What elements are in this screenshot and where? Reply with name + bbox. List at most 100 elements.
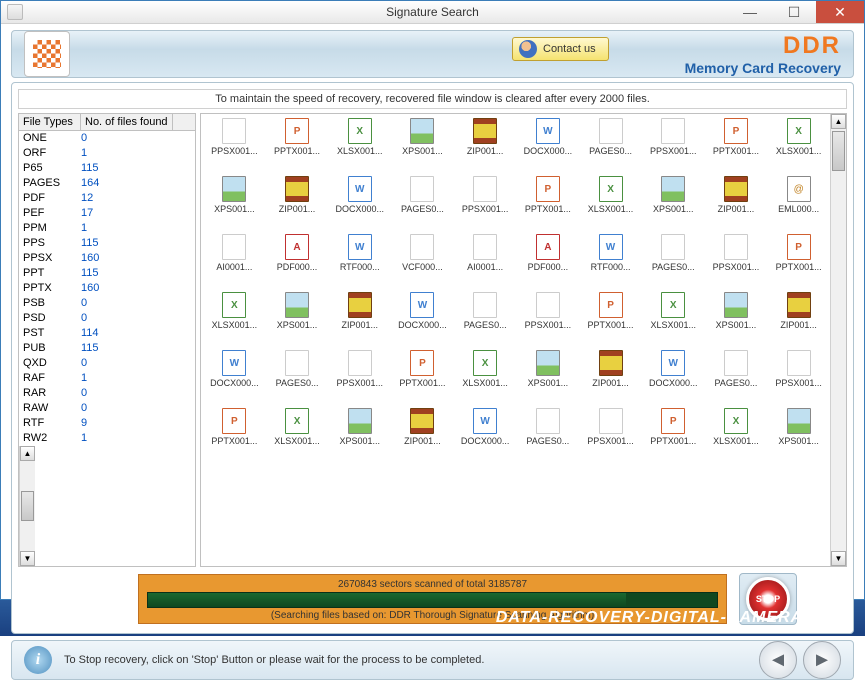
file-item[interactable]: WDOCX000... bbox=[517, 118, 580, 176]
file-item[interactable]: XXLSX001... bbox=[642, 292, 705, 350]
files-scrollbar[interactable]: ▲ ▼ bbox=[830, 114, 846, 566]
close-button[interactable] bbox=[816, 1, 864, 23]
file-item[interactable]: PPPTX001... bbox=[203, 408, 266, 466]
file-item[interactable]: PPSX001... bbox=[642, 118, 705, 176]
file-item[interactable]: PAGES0... bbox=[579, 118, 642, 176]
file-item[interactable]: XXLSX001... bbox=[767, 118, 830, 176]
file-item[interactable]: XPS001... bbox=[642, 176, 705, 234]
scroll-thumb[interactable] bbox=[832, 131, 845, 171]
file-item[interactable]: ZIP001... bbox=[454, 118, 517, 176]
file-item[interactable]: XPS001... bbox=[391, 118, 454, 176]
file-item[interactable]: WRTF000... bbox=[328, 234, 391, 292]
file-item[interactable]: PPPTX001... bbox=[642, 408, 705, 466]
table-row[interactable]: PPM1 bbox=[19, 221, 195, 236]
file-label: PDF000... bbox=[528, 262, 569, 272]
table-row[interactable]: ORF1 bbox=[19, 146, 195, 161]
file-item[interactable]: PAGES0... bbox=[454, 292, 517, 350]
file-item[interactable]: PPPTX001... bbox=[705, 118, 768, 176]
back-button[interactable]: ◄ bbox=[759, 641, 797, 679]
file-item[interactable]: WDOCX000... bbox=[328, 176, 391, 234]
file-item[interactable]: WDOCX000... bbox=[642, 350, 705, 408]
file-item[interactable]: PAGES0... bbox=[266, 350, 329, 408]
file-item[interactable]: XXLSX001... bbox=[203, 292, 266, 350]
file-item[interactable]: @EML000... bbox=[767, 176, 830, 234]
table-row[interactable]: RAR0 bbox=[19, 386, 195, 401]
file-item[interactable]: XXLSX001... bbox=[579, 176, 642, 234]
file-item[interactable]: ZIP001... bbox=[705, 176, 768, 234]
file-item[interactable]: PAGES0... bbox=[391, 176, 454, 234]
file-item[interactable]: AI0001... bbox=[203, 234, 266, 292]
scroll-up-icon[interactable]: ▲ bbox=[20, 446, 35, 461]
file-item[interactable]: VCF000... bbox=[391, 234, 454, 292]
col-count[interactable]: No. of files found bbox=[81, 114, 173, 130]
file-item[interactable]: PPPTX001... bbox=[767, 234, 830, 292]
file-item[interactable]: PPSX001... bbox=[454, 176, 517, 234]
file-item[interactable]: WDOCX000... bbox=[391, 292, 454, 350]
file-item[interactable]: PPSX001... bbox=[767, 350, 830, 408]
table-row[interactable]: QXD0 bbox=[19, 356, 195, 371]
table-row[interactable]: PPT115 bbox=[19, 266, 195, 281]
scroll-down-icon[interactable]: ▼ bbox=[20, 551, 35, 566]
vertical-scrollbar[interactable]: ▲ ▼ bbox=[19, 446, 35, 566]
file-item[interactable]: PAGES0... bbox=[642, 234, 705, 292]
file-item[interactable]: PPSX001... bbox=[203, 118, 266, 176]
table-row[interactable]: PPSX160 bbox=[19, 251, 195, 266]
file-item[interactable]: APDF000... bbox=[266, 234, 329, 292]
file-item[interactable]: XPS001... bbox=[266, 292, 329, 350]
scroll-thumb[interactable] bbox=[21, 491, 34, 521]
file-item[interactable]: PPSX001... bbox=[517, 292, 580, 350]
table-row[interactable]: RTF9 bbox=[19, 416, 195, 431]
table-row[interactable]: RAF1 bbox=[19, 371, 195, 386]
file-item[interactable]: XPS001... bbox=[328, 408, 391, 466]
file-item[interactable]: PPSX001... bbox=[328, 350, 391, 408]
file-item[interactable]: WDOCX000... bbox=[203, 350, 266, 408]
file-item[interactable]: PAGES0... bbox=[705, 350, 768, 408]
table-row[interactable]: RW21 bbox=[19, 431, 195, 446]
file-item[interactable]: ZIP001... bbox=[266, 176, 329, 234]
table-row[interactable]: PUB115 bbox=[19, 341, 195, 356]
contact-us-button[interactable]: Contact us bbox=[512, 37, 609, 61]
table-row[interactable]: P65115 bbox=[19, 161, 195, 176]
file-item[interactable]: XPS001... bbox=[517, 350, 580, 408]
scroll-up-icon[interactable]: ▲ bbox=[831, 114, 846, 129]
table-row[interactable]: PSD0 bbox=[19, 311, 195, 326]
file-item[interactable]: ZIP001... bbox=[767, 292, 830, 350]
scroll-down-icon[interactable]: ▼ bbox=[831, 551, 846, 566]
table-row[interactable]: PPTX160 bbox=[19, 281, 195, 296]
table-row[interactable]: PSB0 bbox=[19, 296, 195, 311]
col-file-types[interactable]: File Types bbox=[19, 114, 81, 130]
table-row[interactable]: PDF12 bbox=[19, 191, 195, 206]
file-item[interactable]: PPPTX001... bbox=[266, 118, 329, 176]
file-item[interactable]: XXLSX001... bbox=[454, 350, 517, 408]
file-label: ZIP001... bbox=[467, 146, 504, 156]
file-item[interactable]: XPS001... bbox=[767, 408, 830, 466]
file-item[interactable]: AI0001... bbox=[454, 234, 517, 292]
file-item[interactable]: PPPTX001... bbox=[391, 350, 454, 408]
file-item[interactable]: XXLSX001... bbox=[705, 408, 768, 466]
file-item[interactable]: XPS001... bbox=[705, 292, 768, 350]
file-item[interactable]: PPSX001... bbox=[579, 408, 642, 466]
minimize-button[interactable] bbox=[728, 1, 772, 23]
table-row[interactable]: PPS115 bbox=[19, 236, 195, 251]
table-row[interactable]: PST114 bbox=[19, 326, 195, 341]
table-row[interactable]: PAGES164 bbox=[19, 176, 195, 191]
file-item[interactable]: XPS001... bbox=[203, 176, 266, 234]
next-button[interactable]: ► bbox=[803, 641, 841, 679]
file-item[interactable]: WRTF000... bbox=[579, 234, 642, 292]
file-item[interactable]: PPSX001... bbox=[705, 234, 768, 292]
file-item[interactable]: XXLSX001... bbox=[266, 408, 329, 466]
file-item[interactable]: APDF000... bbox=[517, 234, 580, 292]
file-item[interactable]: PPPTX001... bbox=[579, 292, 642, 350]
titlebar: Signature Search bbox=[1, 1, 864, 24]
table-row[interactable]: ONE0 bbox=[19, 131, 195, 146]
maximize-button[interactable] bbox=[772, 1, 816, 23]
file-item[interactable]: WDOCX000... bbox=[454, 408, 517, 466]
table-row[interactable]: PEF17 bbox=[19, 206, 195, 221]
file-item[interactable]: ZIP001... bbox=[328, 292, 391, 350]
file-item[interactable]: PPPTX001... bbox=[517, 176, 580, 234]
file-item[interactable]: XXLSX001... bbox=[328, 118, 391, 176]
file-item[interactable]: ZIP001... bbox=[579, 350, 642, 408]
file-item[interactable]: PAGES0... bbox=[517, 408, 580, 466]
file-item[interactable]: ZIP001... bbox=[391, 408, 454, 466]
table-row[interactable]: RAW0 bbox=[19, 401, 195, 416]
